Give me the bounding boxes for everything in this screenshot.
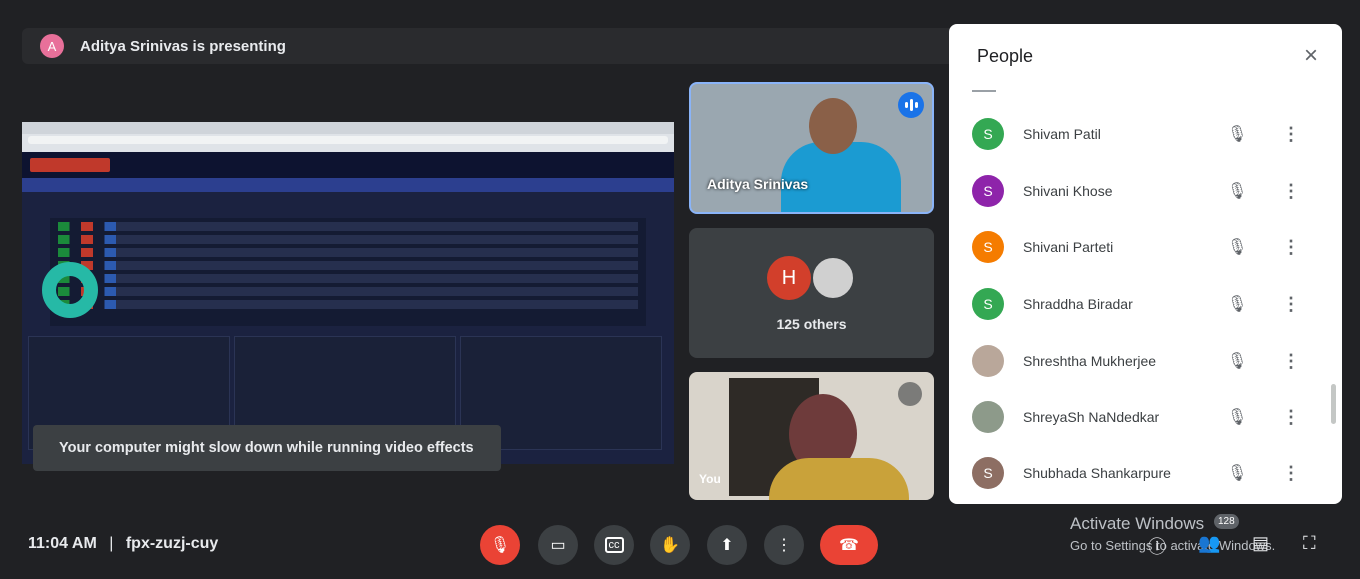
- people-scrollbar[interactable]: [1331, 384, 1336, 424]
- meeting-time: 11:04 AM: [28, 535, 97, 552]
- meeting-separator: |: [109, 535, 114, 552]
- meeting-info: 11:04 AM | fpx-zuzj-cuy: [28, 535, 218, 553]
- mic-off-icon: 🎙: [1227, 126, 1248, 143]
- hang-up-icon: ☎: [839, 537, 859, 554]
- browser-url-bar: [28, 136, 668, 144]
- speaking-indicator-icon: [898, 92, 924, 118]
- participant-row[interactable]: ShreyaSh NaNdedkar 🎙 ⋮: [949, 389, 1342, 445]
- more-options-icon[interactable]: ⋮: [1282, 181, 1300, 202]
- camera-toggle-button[interactable]: ▭: [538, 525, 578, 565]
- participant-row[interactable]: S Shivani Khose 🎙 ⋮: [949, 163, 1342, 219]
- watermark-line2: Go to Settings to activate Windows.: [1070, 538, 1276, 553]
- hand-icon: ✋: [660, 537, 680, 554]
- participant-row[interactable]: Shreshtha Mukherjee 🎙 ⋮: [949, 333, 1342, 389]
- table-row: [58, 222, 638, 231]
- watermark-line1: Activate Windows: [1070, 514, 1205, 533]
- present-screen-button[interactable]: ⬆: [707, 525, 747, 565]
- presenter-avatar: A: [40, 34, 64, 58]
- participant-name: Shivam Patil: [1023, 126, 1101, 142]
- video-effects-toast: Your computer might slow down while runn…: [33, 425, 501, 471]
- meeting-code: fpx-zuzj-cuy: [125, 535, 219, 552]
- mic-off-icon: 🎙: [489, 537, 511, 554]
- participant-row[interactable]: S Shraddha Biradar 🎙 ⋮: [949, 276, 1342, 332]
- watchlist-table: [50, 218, 646, 326]
- windows-activation-watermark: Activate Windows Go to Settings to activ…: [1070, 514, 1275, 553]
- people-panel: People × S Shivam Patil 🎙 ⋮ S Shivani Kh…: [949, 24, 1342, 504]
- mic-toggle-button[interactable]: 🎙: [480, 525, 520, 565]
- raise-hand-button[interactable]: ✋: [650, 525, 690, 565]
- chat-icon[interactable]: ▤: [1252, 533, 1269, 554]
- list-top-fragment: [972, 90, 996, 92]
- present-icon: ⬆: [720, 537, 734, 554]
- mic-off-icon: 🎙: [1227, 296, 1248, 313]
- participant-row[interactable]: S Shubhada Shankarpure 🎙 ⋮: [949, 445, 1342, 501]
- table-row: [58, 235, 638, 244]
- presenter-text: Aditya Srinivas is presenting: [80, 37, 286, 55]
- more-options-icon[interactable]: ⋮: [1282, 463, 1300, 484]
- self-label: You: [699, 472, 721, 486]
- table-row: [58, 300, 638, 309]
- captions-button[interactable]: cc: [594, 525, 634, 565]
- browser-tabs: [22, 122, 674, 134]
- mic-off-icon: 🎙: [1227, 465, 1248, 482]
- more-options-icon[interactable]: ⋮: [1282, 124, 1300, 145]
- table-row: [58, 287, 638, 296]
- people-icon[interactable]: 👥: [1198, 533, 1220, 554]
- others-count: 125 others: [776, 316, 847, 332]
- more-options-icon[interactable]: ⋮: [1282, 407, 1300, 428]
- participant-count-badge: 128: [1214, 514, 1239, 529]
- participant-avatar: S: [972, 175, 1004, 207]
- more-options-button[interactable]: ⋮: [764, 525, 804, 565]
- participant-avatar: S: [972, 231, 1004, 263]
- others-photo-avatar: [811, 256, 855, 300]
- table-row: [58, 274, 638, 283]
- others-avatar: H: [767, 256, 811, 300]
- participant-avatar: S: [972, 118, 1004, 150]
- tile-self[interactable]: You: [689, 372, 934, 500]
- more-options-icon[interactable]: ⋮: [1282, 237, 1300, 258]
- donut-chart: [42, 262, 98, 318]
- mic-off-icon: 🎙: [1227, 409, 1248, 426]
- shared-screen: [22, 122, 674, 464]
- more-vert-icon: ⋮: [776, 537, 792, 554]
- participant-name: Shivani Khose: [1023, 183, 1113, 199]
- presenter-bar: A Aditya Srinivas is presenting: [22, 28, 1022, 64]
- participant-row[interactable]: S Shivani Parteti 🎙 ⋮: [949, 219, 1342, 275]
- browser-chrome: [22, 122, 674, 152]
- site-header: [22, 152, 674, 178]
- participant-name: Shivani Parteti: [1023, 239, 1114, 255]
- table-row: [58, 248, 638, 257]
- more-options-icon[interactable]: ⋮: [1282, 351, 1300, 372]
- site-nav: [22, 178, 674, 192]
- participant-row[interactable]: S Shivam Patil 🎙 ⋮: [949, 106, 1342, 162]
- speaker-name: Aditya Srinivas: [707, 176, 809, 192]
- participant-avatar: [972, 401, 1004, 433]
- info-icon[interactable]: ⓘ: [1148, 533, 1166, 559]
- participant-avatar: S: [972, 288, 1004, 320]
- mic-off-icon: [898, 382, 922, 406]
- activities-icon[interactable]: ⛶: [1303, 533, 1316, 554]
- mic-off-icon: 🎙: [1227, 353, 1248, 370]
- participant-name: Shubhada Shankarpure: [1023, 465, 1171, 481]
- table-row: [58, 261, 638, 270]
- participant-name: Shreshtha Mukherjee: [1023, 353, 1157, 369]
- toast-text: Your computer might slow down while runn…: [59, 440, 474, 456]
- participant-name: ShreyaSh NaNdedkar: [1023, 409, 1160, 425]
- participant-name: Shraddha Biradar: [1023, 296, 1133, 312]
- tile-others[interactable]: H 125 others: [689, 228, 934, 358]
- captions-icon: cc: [604, 537, 624, 553]
- speaker-face: [809, 98, 857, 154]
- self-video: [769, 458, 909, 500]
- close-icon[interactable]: ×: [1304, 42, 1318, 70]
- participant-avatar: S: [972, 457, 1004, 489]
- mic-off-icon: 🎙: [1227, 183, 1248, 200]
- more-options-icon[interactable]: ⋮: [1282, 294, 1300, 315]
- people-title: People: [977, 46, 1034, 66]
- brand-logo: [30, 158, 110, 172]
- camera-icon: ▭: [550, 537, 566, 554]
- mic-off-icon: 🎙: [1227, 239, 1248, 256]
- tile-main-speaker[interactable]: Aditya Srinivas: [689, 82, 934, 214]
- leave-call-button[interactable]: ☎: [820, 525, 878, 565]
- participant-avatar: [972, 345, 1004, 377]
